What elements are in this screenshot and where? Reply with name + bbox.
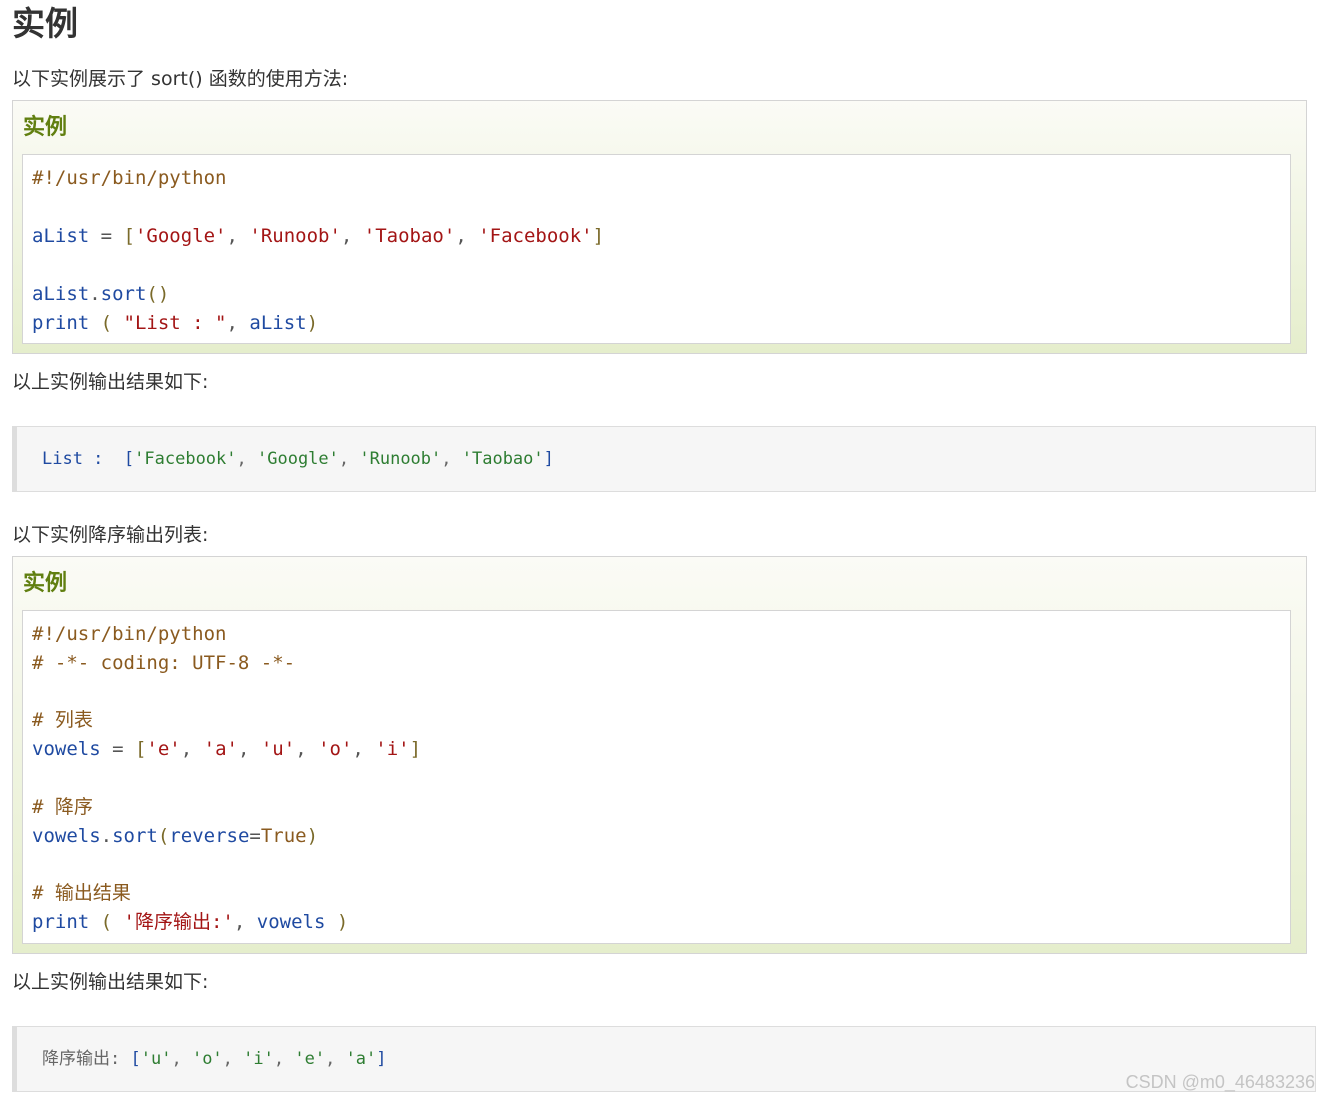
example-box-sort: 实例 #!/usr/bin/python aList = ['Google', …: [12, 100, 1307, 354]
code-line-shebang: #!/usr/bin/python: [32, 623, 227, 645]
code-line-sort-reverse: vowels.sort(reverse=True): [32, 825, 319, 847]
code-block[interactable]: #!/usr/bin/python aList = ['Google', 'Ru…: [22, 154, 1291, 344]
example-box-descending: 实例 #!/usr/bin/python # -*- coding: UTF-8…: [12, 556, 1307, 954]
intro-text-descending: 以下实例降序输出列表:: [12, 524, 209, 546]
output-line: List : ['Facebook', 'Google', 'Runoob', …: [42, 449, 554, 469]
code-line-sort-call: aList.sort(): [32, 283, 170, 305]
output-line: 降序输出: ['u', 'o', 'i', 'e', 'a']: [42, 1049, 387, 1069]
code-line-list-assign: aList = ['Google', 'Runoob', 'Taobao', '…: [32, 225, 605, 247]
code-line-shebang: #!/usr/bin/python: [32, 167, 227, 189]
code-line-encoding: # -*- coding: UTF-8 -*-: [32, 652, 296, 674]
code-line-comment-descending: # 降序: [32, 796, 93, 818]
code-line-print: print ( '降序输出:', vowels ): [32, 911, 349, 933]
watermark: CSDN @m0_46483236: [1125, 1072, 1315, 1092]
output-block[interactable]: List : ['Facebook', 'Google', 'Runoob', …: [12, 426, 1316, 492]
result-label: 以上实例输出结果如下:: [12, 371, 209, 393]
example-heading: 实例: [23, 571, 68, 596]
result-label: 以上实例输出结果如下:: [12, 971, 209, 993]
code-line-comment-list: # 列表: [32, 709, 93, 731]
example-heading: 实例: [23, 115, 68, 140]
code-line-print: print ( "List : ", aList): [32, 312, 319, 334]
code-line-comment-output: # 输出结果: [32, 882, 131, 904]
output-block[interactable]: 降序输出: ['u', 'o', 'i', 'e', 'a']: [12, 1026, 1316, 1092]
intro-text-sort-usage: 以下实例展示了 sort() 函数的使用方法:: [12, 68, 349, 90]
code-line-vowels-assign: vowels = ['e', 'a', 'u', 'o', 'i']: [32, 738, 422, 760]
code-block[interactable]: #!/usr/bin/python # -*- coding: UTF-8 -*…: [22, 610, 1291, 944]
page-title: 实例: [12, 4, 78, 43]
